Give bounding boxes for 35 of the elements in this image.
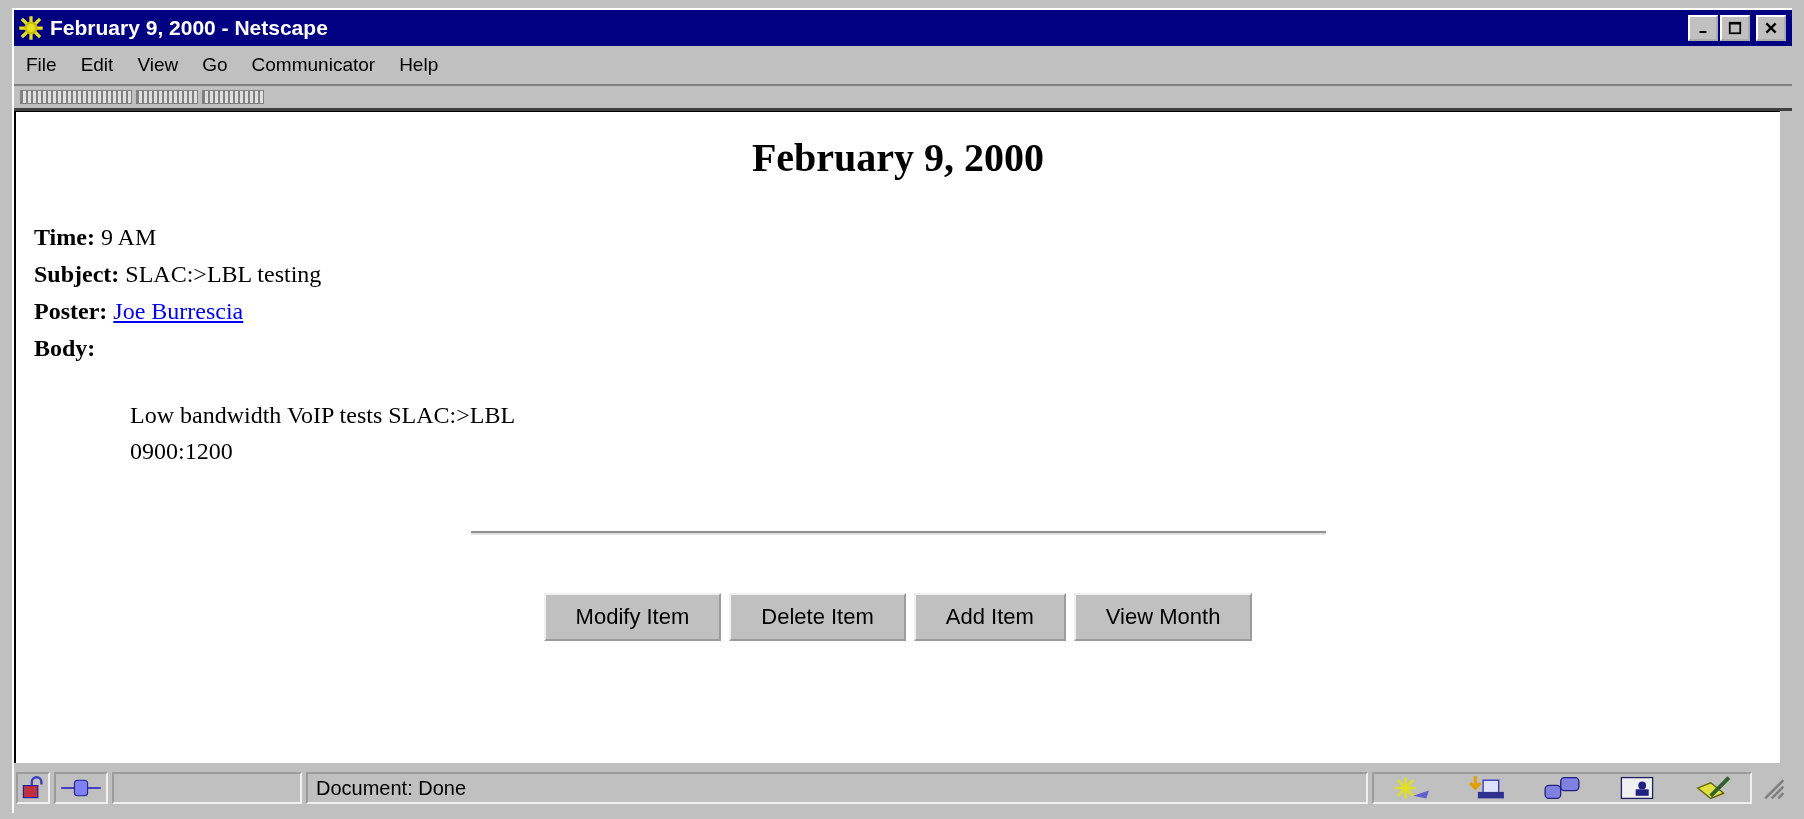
toolbar-grip[interactable] xyxy=(20,90,132,104)
field-label: Poster: xyxy=(34,298,108,324)
field-label: Time: xyxy=(34,224,95,250)
lock-icon[interactable] xyxy=(16,772,50,804)
connection-icon[interactable] xyxy=(54,772,108,804)
body-text: Low bandwidth VoIP tests SLAC:>LBL xyxy=(130,401,517,430)
body-text: 0900:1200 xyxy=(130,437,234,466)
field-label: Subject: xyxy=(34,261,120,287)
page-heading: February 9, 2000 xyxy=(750,134,1046,181)
menu-item[interactable]: Communicator xyxy=(251,54,376,76)
field-value: 9 AM xyxy=(100,224,157,250)
poster-link[interactable]: Joe Burrescia xyxy=(113,298,244,324)
window-title: February 9, 2000 - Netscape xyxy=(50,16,329,40)
menu-item[interactable]: File xyxy=(26,54,57,76)
toolbar-grip[interactable] xyxy=(136,90,198,104)
form-button[interactable]: View Month xyxy=(1073,593,1253,641)
inbox-icon[interactable] xyxy=(1466,775,1507,801)
maximize-icon xyxy=(1728,21,1742,35)
form-button[interactable]: Modify Item xyxy=(543,593,722,641)
form-button[interactable]: Add Item xyxy=(913,593,1066,641)
toolbar-grip[interactable] xyxy=(202,90,264,104)
menu-item[interactable]: Edit xyxy=(80,54,114,76)
status-text: Document: Done xyxy=(316,776,467,800)
form-button[interactable]: Delete Item xyxy=(729,593,906,641)
minimize-icon xyxy=(1699,31,1707,33)
menu-item[interactable]: Help xyxy=(399,54,439,76)
field-value: SLAC:>LBL testing xyxy=(125,261,322,287)
chat-icon[interactable] xyxy=(1541,775,1582,801)
close-button[interactable] xyxy=(1756,15,1786,41)
field-label: Body: xyxy=(34,335,96,361)
star-icon xyxy=(18,15,44,41)
menu-item[interactable]: View xyxy=(137,54,179,76)
menu-item[interactable]: Go xyxy=(202,54,228,76)
close-icon xyxy=(1764,21,1778,35)
maximize-button[interactable] xyxy=(1720,15,1750,41)
